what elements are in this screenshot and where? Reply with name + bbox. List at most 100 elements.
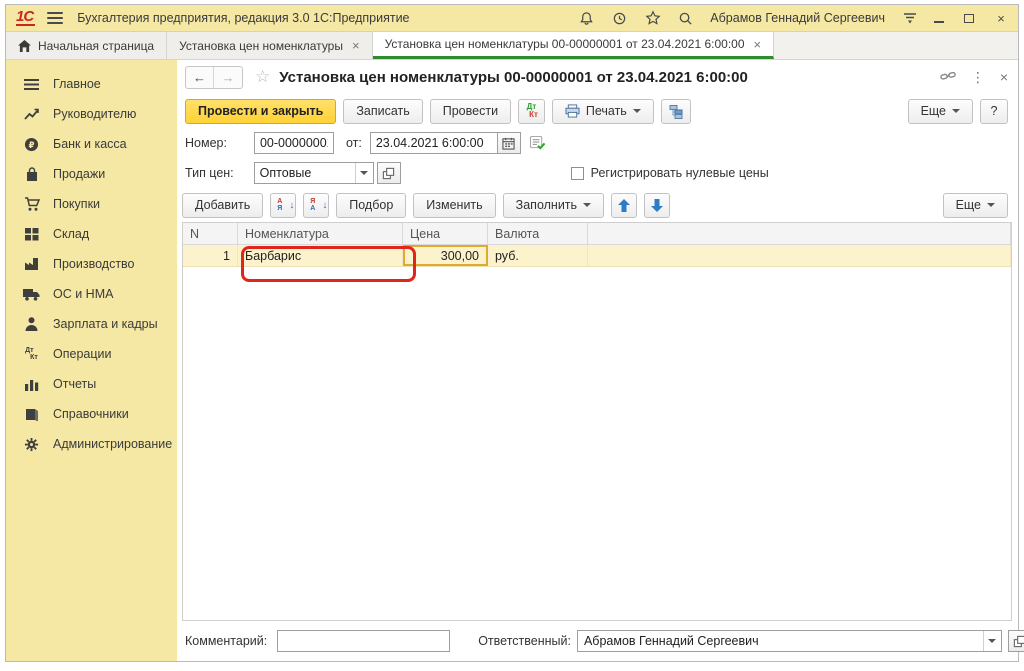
sidebar-item-references[interactable]: Справочники xyxy=(6,399,177,429)
related-documents-button[interactable] xyxy=(661,99,691,124)
form-more-button[interactable]: Еще xyxy=(908,99,973,124)
cell-currency[interactable]: руб. xyxy=(488,245,588,266)
search-icon[interactable] xyxy=(677,10,694,27)
1c-logo-icon: 1С xyxy=(16,10,35,26)
open-price-type-icon[interactable] xyxy=(377,162,401,184)
comment-label: Комментарий: xyxy=(185,634,267,648)
sidebar-item-salary-hr[interactable]: Зарплата и кадры xyxy=(6,309,177,339)
tab-close-icon[interactable]: × xyxy=(352,38,360,53)
responsible-value: Абрамов Геннадий Сергеевич xyxy=(578,634,983,648)
notifications-bell-icon[interactable] xyxy=(578,10,595,27)
price-type-value: Оптовые xyxy=(255,166,355,180)
register-zero-prices-checkbox[interactable]: Регистрировать нулевые цены xyxy=(571,166,769,180)
favorites-star-icon[interactable] xyxy=(644,10,661,27)
dropdown-caret-icon xyxy=(633,109,641,113)
book-icon xyxy=(23,406,40,423)
date-field[interactable] xyxy=(370,132,497,154)
trend-icon xyxy=(23,106,40,123)
tab-price-setting-list[interactable]: Установка цен номенклатуры × xyxy=(167,32,372,59)
tab-label: Установка цен номенклатуры 00-00000001 о… xyxy=(385,37,745,51)
truck-icon xyxy=(23,286,40,303)
comment-field[interactable] xyxy=(277,630,450,652)
responsible-combobox[interactable]: Абрамов Геннадий Сергеевич xyxy=(577,630,1002,652)
column-header-price[interactable]: Цена xyxy=(403,223,488,244)
back-button[interactable]: ← xyxy=(186,67,214,88)
post-and-close-button[interactable]: Провести и закрыть xyxy=(185,99,336,124)
sidebar-item-administration[interactable]: Администрирование xyxy=(6,429,177,459)
number-field[interactable] xyxy=(254,132,334,154)
tab-close-icon[interactable]: × xyxy=(754,37,762,52)
move-down-button[interactable] xyxy=(644,193,670,218)
app-title: Бухгалтерия предприятия, редакция 3.0 1С… xyxy=(77,11,409,25)
gear-icon xyxy=(23,436,40,453)
items-table: N Номенклатура Цена Валюта 1 Барбарис 30… xyxy=(182,222,1012,621)
minimize-button[interactable] xyxy=(934,13,948,23)
dtkt-postings-button[interactable]: ДтКт xyxy=(518,99,545,124)
svg-text:₽: ₽ xyxy=(29,139,35,149)
tab-label: Начальная страница xyxy=(38,39,154,53)
bar-chart-icon xyxy=(23,376,40,393)
sidebar-item-fixed-assets[interactable]: ОС и НМА xyxy=(6,279,177,309)
save-button[interactable]: Записать xyxy=(343,99,422,124)
command-bar: Провести и закрыть Записать Провести ДтК… xyxy=(177,94,1018,128)
move-up-button[interactable] xyxy=(611,193,637,218)
pick-button[interactable]: Подбор xyxy=(336,193,406,218)
close-window-icon[interactable]: × xyxy=(994,11,1008,26)
edit-button[interactable]: Изменить xyxy=(413,193,495,218)
sidebar-item-bank-cash[interactable]: ₽ Банк и касса xyxy=(6,129,177,159)
sidebar-item-manager[interactable]: Руководителю xyxy=(6,99,177,129)
sidebar-item-production[interactable]: Производство xyxy=(6,249,177,279)
column-header-n[interactable]: N xyxy=(183,223,238,244)
current-user[interactable]: Абрамов Геннадий Сергеевич xyxy=(710,11,885,25)
table-empty-area xyxy=(183,267,1011,620)
column-header-currency[interactable]: Валюта xyxy=(488,223,588,244)
sidebar-item-main[interactable]: Главное xyxy=(6,69,177,99)
sidebar-item-operations[interactable]: ДтКт Операции xyxy=(6,339,177,369)
table-row[interactable]: 1 Барбарис 300,00 руб. xyxy=(183,245,1011,267)
more-dots-icon[interactable]: ⋮ xyxy=(971,69,985,86)
cell-row-number[interactable]: 1 xyxy=(183,245,238,266)
table-more-button[interactable]: Еще xyxy=(943,193,1008,218)
sidebar-item-warehouse[interactable]: Склад xyxy=(6,219,177,249)
favorite-star-icon[interactable]: ☆ xyxy=(255,67,270,87)
price-type-label: Тип цен: xyxy=(185,166,234,180)
table-toolbar: Добавить АЯ↓ ЯА↓ Подбор Изменить Заполни… xyxy=(177,188,1018,222)
calendar-icon[interactable] xyxy=(497,132,521,154)
bag-icon xyxy=(23,166,40,183)
maximize-button[interactable] xyxy=(964,14,978,23)
grid-icon xyxy=(23,226,40,243)
register-zero-prices-label: Регистрировать нулевые цены xyxy=(591,166,769,180)
history-icon[interactable] xyxy=(611,10,628,27)
cell-nomenclature[interactable]: Барбарис xyxy=(238,245,403,266)
form-footer: Комментарий: Ответственный: Абрамов Генн… xyxy=(177,621,1018,661)
column-header-nomenclature[interactable]: Номенклатура xyxy=(238,223,403,244)
chevron-down-icon[interactable] xyxy=(983,631,1001,651)
date-label: от: xyxy=(346,136,362,150)
close-form-icon[interactable]: × xyxy=(1000,69,1008,85)
get-link-icon[interactable] xyxy=(940,69,956,86)
post-button[interactable]: Провести xyxy=(430,99,511,124)
document-form: ← → ☆ Установка цен номенклатуры 00-0000… xyxy=(177,60,1018,661)
sidebar-item-reports[interactable]: Отчеты xyxy=(6,369,177,399)
tab-price-setting-document[interactable]: Установка цен номенклатуры 00-00000001 о… xyxy=(373,32,775,59)
sidebar-item-sales[interactable]: Продажи xyxy=(6,159,177,189)
chevron-down-icon[interactable] xyxy=(355,163,373,183)
service-menu-icon[interactable] xyxy=(901,10,918,27)
forward-button[interactable]: → xyxy=(214,67,242,88)
open-responsible-icon[interactable] xyxy=(1008,630,1024,652)
sidebar-item-purchases[interactable]: Покупки xyxy=(6,189,177,219)
tab-home[interactable]: Начальная страница xyxy=(6,32,167,59)
number-label: Номер: xyxy=(185,136,227,150)
checkbox-icon[interactable] xyxy=(571,167,584,180)
print-button[interactable]: Печать xyxy=(552,99,654,124)
fill-button[interactable]: Заполнить xyxy=(503,193,604,218)
main-menu-icon[interactable] xyxy=(47,12,63,24)
help-button[interactable]: ? xyxy=(980,99,1008,124)
sort-descending-button[interactable]: ЯА↓ xyxy=(303,193,329,218)
person-icon xyxy=(23,316,40,333)
home-icon xyxy=(18,40,31,52)
sort-ascending-button[interactable]: АЯ↓ xyxy=(270,193,296,218)
cell-price-selected[interactable]: 300,00 xyxy=(403,245,488,266)
add-row-button[interactable]: Добавить xyxy=(182,193,263,218)
price-type-combobox[interactable]: Оптовые xyxy=(254,162,374,184)
